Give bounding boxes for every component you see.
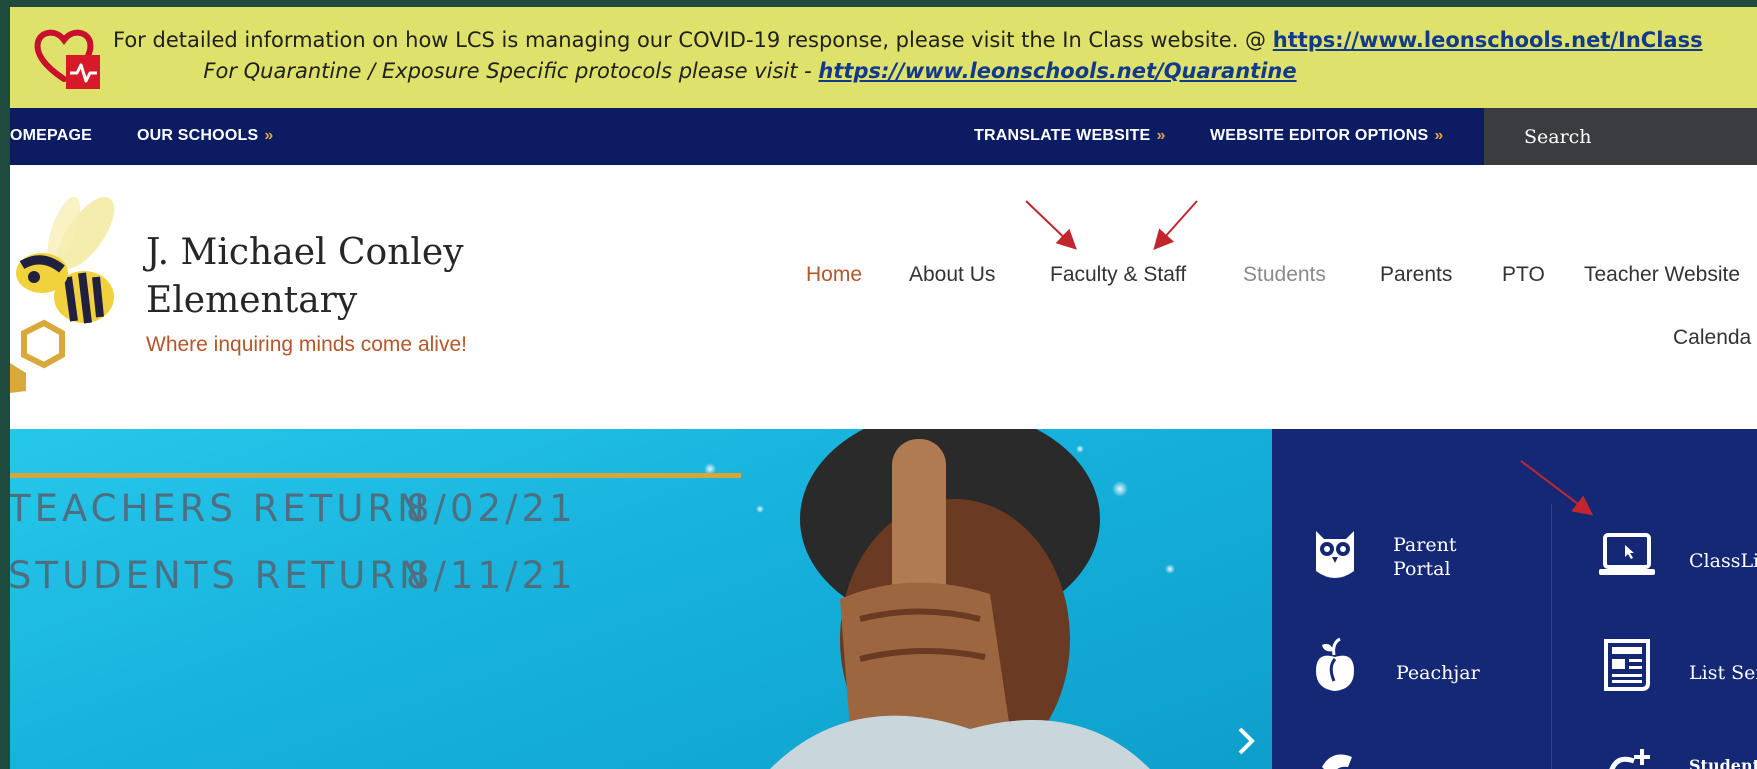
nav-faculty-staff[interactable]: Faculty & Staff: [1050, 263, 1186, 287]
our-schools-menu[interactable]: OUR SCHOOLS »: [137, 127, 273, 145]
nav-teacher-websites[interactable]: Teacher Website: [1584, 263, 1740, 287]
covid-info-text: For detailed information on how LCS is m…: [113, 28, 1273, 52]
nav-students[interactable]: Students: [1243, 263, 1326, 287]
double-chevron-icon: »: [1434, 127, 1444, 144]
hero-accent-line: [10, 473, 741, 478]
students-return-date: 8/11/21: [406, 554, 577, 597]
inclass-link[interactable]: https://www.leonschools.net/InClass: [1273, 28, 1703, 52]
browser-frame: For detailed information on how LCS is m…: [10, 7, 1757, 769]
nav-parents[interactable]: Parents: [1380, 263, 1452, 287]
teachers-return-date: 8/02/21: [406, 487, 577, 530]
covid-info-line: For detailed information on how LCS is m…: [113, 28, 1713, 52]
translate-label: TRANSLATE WEBSITE: [974, 127, 1151, 144]
website-editor-options-menu[interactable]: WEBSITE EDITOR OPTIONS »: [1210, 127, 1443, 145]
arrow-icon: [1153, 200, 1198, 250]
newspaper-icon: [1604, 639, 1650, 691]
site-header: J. Michael Conley Elementary Where inqui…: [10, 165, 1757, 429]
nav-about-us[interactable]: About Us: [909, 263, 995, 287]
school-name-line2: Elementary: [146, 280, 358, 321]
parent-portal-label-line1: Parent: [1393, 534, 1457, 556]
students-return-label: STUDENTS RETURN: [10, 554, 431, 597]
double-chevron-icon: »: [1156, 127, 1166, 144]
google-classroom-icon: [1609, 749, 1650, 769]
classlink-link[interactable]: ClassLin: [1689, 549, 1757, 573]
our-schools-label: OUR SCHOOLS: [137, 127, 259, 144]
double-chevron-icon: »: [264, 127, 274, 144]
annotation-arrows: [1520, 460, 1594, 516]
bee-mascot-logo: [10, 196, 115, 393]
parent-portal-link[interactable]: Parent Portal: [1393, 533, 1456, 581]
nav-pto[interactable]: PTO: [1502, 263, 1545, 287]
arrow-icon: [1025, 200, 1077, 250]
utility-nav: OMEPAGE OUR SCHOOLS» TRANSLATE WEBSITE» …: [10, 108, 1757, 165]
school-name[interactable]: J. Michael Conley Elementary: [146, 229, 566, 325]
list-serve-link[interactable]: List Serv: [1689, 661, 1757, 685]
search-input[interactable]: [1484, 108, 1757, 165]
teachers-return-label: TEACHERS RETURN: [10, 487, 429, 530]
hero-photo-thumbs-up: [704, 429, 1255, 769]
peachjar-link[interactable]: Peachjar: [1396, 661, 1480, 685]
quick-links-divider: [1551, 504, 1552, 769]
search-box: [1484, 108, 1757, 165]
quarantine-info-text: For Quarantine / Exposure Specific proto…: [203, 59, 819, 83]
translate-website-menu[interactable]: TRANSLATE WEBSITE »: [974, 127, 1166, 145]
quarantine-info-line: For Quarantine / Exposure Specific proto…: [10, 59, 1490, 83]
nav-calendar[interactable]: Calenda: [1673, 326, 1751, 350]
tagline: Where inquiring minds come alive!: [146, 333, 467, 356]
quarantine-link[interactable]: https://www.leonschools.net/Quarantine: [818, 59, 1296, 83]
peach-icon: [1316, 637, 1354, 691]
homepage-label: OMEPAGE: [10, 127, 93, 144]
owl-icon: [1316, 531, 1354, 578]
arrow-icon: [1520, 460, 1594, 516]
phone-icon: [1322, 754, 1352, 769]
parent-portal-label-line2: Portal: [1393, 558, 1451, 580]
school-name-line1: J. Michael Conley: [146, 232, 464, 273]
homepage-link[interactable]: OMEPAGE: [10, 127, 92, 145]
hero-slideshow[interactable]: TEACHERS RETURN 8/02/21 STUDENTS RETURN …: [10, 429, 1272, 769]
laptop-icon: [1599, 533, 1655, 575]
covid-banner: For detailed information on how LCS is m…: [10, 7, 1757, 108]
editor-options-label: WEBSITE EDITOR OPTIONS: [1210, 127, 1429, 144]
quick-links-panel: Parent Portal ClassLin Peachjar List Ser…: [1272, 429, 1757, 769]
student-link[interactable]: Student: [1689, 754, 1757, 769]
nav-home[interactable]: Home: [806, 263, 862, 287]
